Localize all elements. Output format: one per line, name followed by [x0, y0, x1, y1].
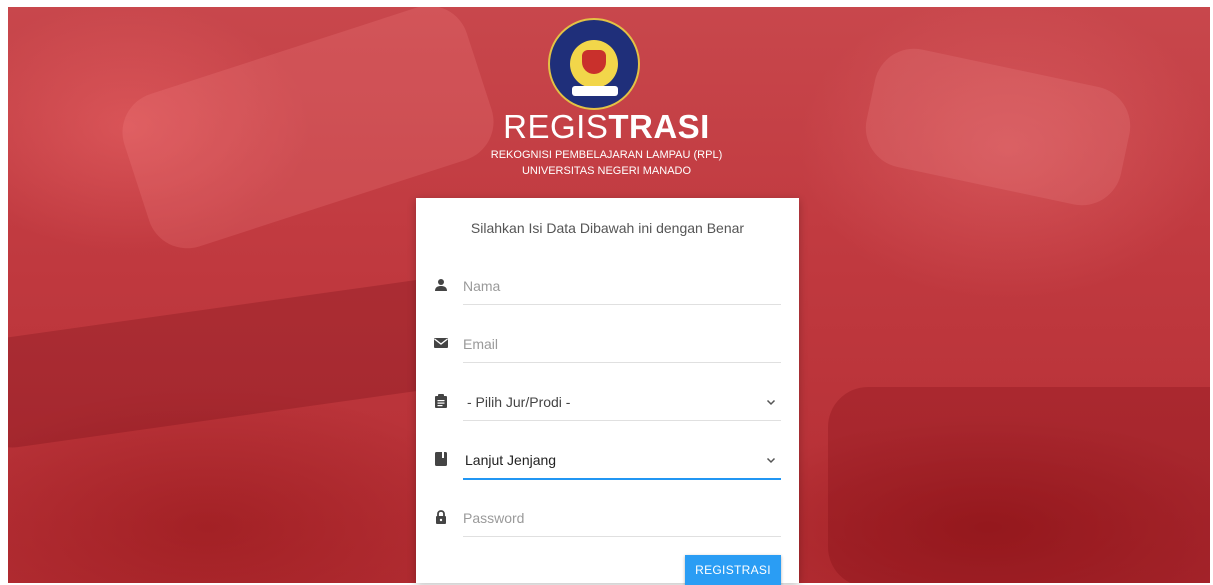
subtitle-program: REKOGNISI PEMBELAJARAN LAMPAU (RPL)	[490, 149, 723, 161]
book-icon	[435, 452, 447, 466]
level-select-value: Lanjut Jenjang	[465, 452, 557, 468]
title-regular: REGIS	[503, 108, 609, 145]
name-field[interactable]	[463, 268, 781, 305]
register-button[interactable]: REGISTRASI	[685, 555, 781, 585]
program-select[interactable]: - Pilih Jur/Prodi -	[463, 384, 781, 421]
name-row	[434, 268, 781, 308]
form-heading: Silahkan Isi Data Dibawah ini dengan Ben…	[470, 220, 745, 236]
password-row	[434, 500, 781, 540]
clipboard-icon	[435, 394, 447, 408]
subtitle-university: UNIVERSITAS NEGERI MANADO	[521, 165, 692, 177]
lock-icon	[436, 510, 446, 524]
logo-emblem	[582, 50, 606, 74]
password-input[interactable]	[463, 501, 781, 535]
university-logo	[548, 18, 640, 110]
page-title: REGISTRASI	[0, 108, 1213, 146]
level-select[interactable]: Lanjut Jenjang	[463, 442, 781, 480]
email-input[interactable]	[463, 327, 781, 361]
chevron-down-icon	[766, 457, 776, 464]
program-row: - Pilih Jur/Prodi -	[434, 384, 781, 424]
logo-ribbon	[572, 86, 618, 96]
password-field[interactable]	[463, 500, 781, 537]
background-blur-shape	[828, 387, 1210, 583]
email-field[interactable]	[463, 326, 781, 363]
email-row	[434, 326, 781, 366]
user-icon	[435, 279, 447, 291]
envelope-icon	[434, 338, 448, 348]
level-row: Lanjut Jenjang	[434, 442, 781, 482]
name-input[interactable]	[463, 269, 781, 303]
chevron-down-icon	[766, 399, 776, 406]
program-select-value: - Pilih Jur/Prodi -	[467, 394, 571, 410]
title-bold: TRASI	[608, 108, 710, 145]
